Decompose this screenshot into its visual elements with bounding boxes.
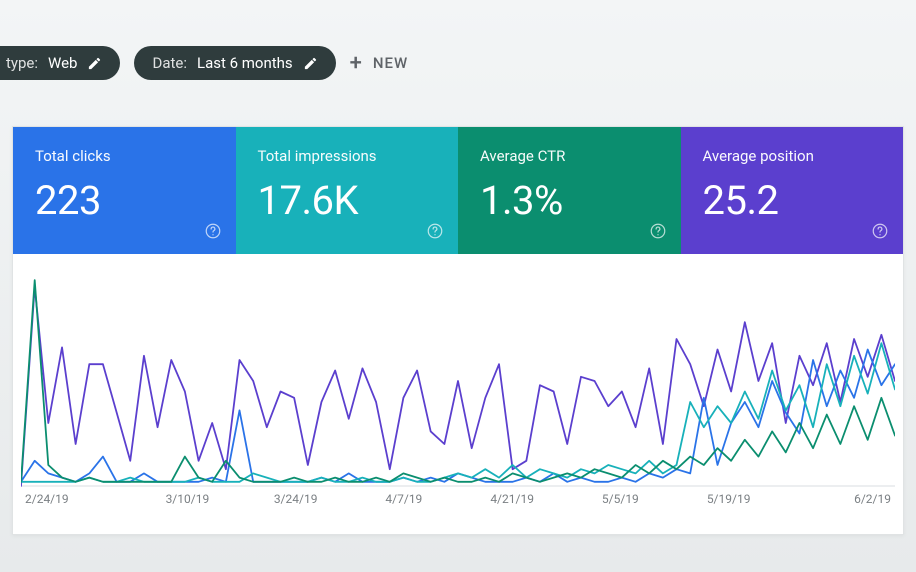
x-axis-tick: 3/24/19 bbox=[242, 492, 350, 506]
plus-icon: + bbox=[350, 51, 363, 76]
metric-label: Total impressions bbox=[258, 147, 437, 165]
metric-value: 17.6K bbox=[258, 177, 437, 224]
pencil-icon bbox=[303, 56, 318, 71]
x-axis-tick: 6/2/19 bbox=[783, 492, 891, 506]
help-icon[interactable] bbox=[871, 222, 889, 240]
chart-lines-svg bbox=[21, 268, 895, 488]
x-axis-tick: 3/10/19 bbox=[133, 492, 241, 506]
x-axis-tick: 5/5/19 bbox=[566, 492, 674, 506]
metric-value: 25.2 bbox=[703, 177, 882, 224]
help-icon[interactable] bbox=[426, 222, 444, 240]
x-axis-tick: 2/24/19 bbox=[25, 492, 133, 506]
x-axis-tick: 4/21/19 bbox=[458, 492, 566, 506]
help-icon[interactable] bbox=[204, 222, 222, 240]
chart-series-clicks bbox=[21, 350, 895, 482]
chip-value: Last 6 months bbox=[197, 54, 293, 72]
pencil-icon bbox=[87, 56, 102, 71]
metric-label: Total clicks bbox=[35, 147, 214, 165]
x-axis-tick: 4/7/19 bbox=[350, 492, 458, 506]
metric-value: 1.3% bbox=[480, 177, 659, 224]
metric-tile-impressions[interactable]: Total impressions 17.6K bbox=[236, 127, 459, 254]
metric-tile-ctr[interactable]: Average CTR 1.3% bbox=[458, 127, 681, 254]
metric-tile-position[interactable]: Average position 25.2 bbox=[681, 127, 904, 254]
chip-key: type: bbox=[6, 54, 38, 72]
x-axis-tick: 5/19/19 bbox=[675, 492, 783, 506]
filter-chip-date[interactable]: Date: Last 6 months bbox=[134, 46, 335, 80]
chart-series-position bbox=[21, 287, 895, 487]
filter-chip-search-type[interactable]: type: Web bbox=[0, 46, 120, 80]
x-axis-labels: 2/24/193/10/193/24/194/7/194/21/195/5/19… bbox=[21, 488, 895, 506]
filter-chip-bar: type: Web Date: Last 6 months + NEW bbox=[0, 0, 916, 80]
metric-label: Average position bbox=[703, 147, 882, 165]
metric-label: Average CTR bbox=[480, 147, 659, 165]
add-filter-button[interactable]: + NEW bbox=[350, 51, 409, 76]
chip-key: Date: bbox=[152, 54, 187, 72]
metric-tiles: Total clicks 223 Total impressions 17.6K… bbox=[13, 127, 903, 254]
metric-tile-clicks[interactable]: Total clicks 223 bbox=[13, 127, 236, 254]
chip-value: Web bbox=[48, 54, 77, 72]
help-icon[interactable] bbox=[649, 222, 667, 240]
timeseries-chart: 2/24/193/10/193/24/194/7/194/21/195/5/19… bbox=[13, 254, 903, 534]
metric-value: 223 bbox=[35, 177, 214, 224]
add-filter-label: NEW bbox=[373, 54, 408, 72]
performance-card: Total clicks 223 Total impressions 17.6K… bbox=[12, 126, 904, 535]
